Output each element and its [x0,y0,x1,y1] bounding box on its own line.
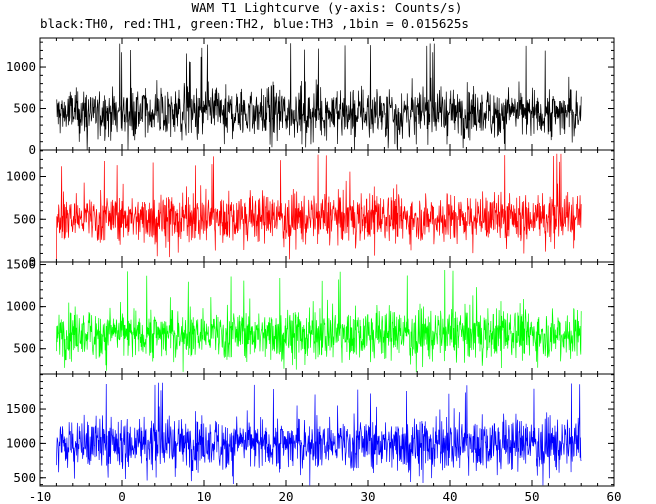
panel-TH2: 500 1000 1500 [6,257,615,375]
x-tick-label: 50 [524,489,539,504]
panel-frame [39,149,615,263]
y-tick-label: 500 [13,341,36,356]
y-tick-label: 1000 [6,435,36,450]
y-tick-label: 1000 [6,59,36,74]
y-tick-label: 500 [13,211,36,226]
series-TH3 [56,382,582,486]
series-TH0 [56,43,582,150]
chart-title: WAM T1 Lightcurve (y-axis: Counts/s) [192,0,463,15]
x-tick-label: 30 [360,489,375,504]
y-tick-label: 500 [13,101,36,116]
y-tick-label: 1500 [6,401,36,416]
plot-layer: 0 500 1000 0 500 1000 500 1000 1500 500 1000 1500 -1… [6,37,622,504]
y-tick-label: 1000 [6,169,36,184]
y-tick-label: 1500 [6,257,36,272]
x-tick-label: 0 [118,489,126,504]
y-tick-label: 0 [28,142,36,157]
y-tick-label: 500 [13,470,36,485]
series-TH2 [56,269,582,372]
x-tick-label: 60 [606,489,621,504]
panel-TH3: 500 1000 1500 [6,373,615,487]
lightcurve-chart: WAM T1 Lightcurve (y-axis: Counts/s) bla… [6,0,622,504]
chart-subtitle: black:TH0, red:TH1, green:TH2, blue:TH3 … [40,16,469,31]
x-tick-label: 40 [442,489,457,504]
x-tick-label: 20 [278,489,293,504]
y-tick-label: 1000 [6,299,36,314]
x-tick-label: 10 [196,489,211,504]
panel-TH1: 05001000 [6,149,615,269]
panel-TH0: 0 500 1000 [6,37,615,157]
x-tick-label: -10 [29,489,52,504]
series-TH1 [56,153,582,260]
